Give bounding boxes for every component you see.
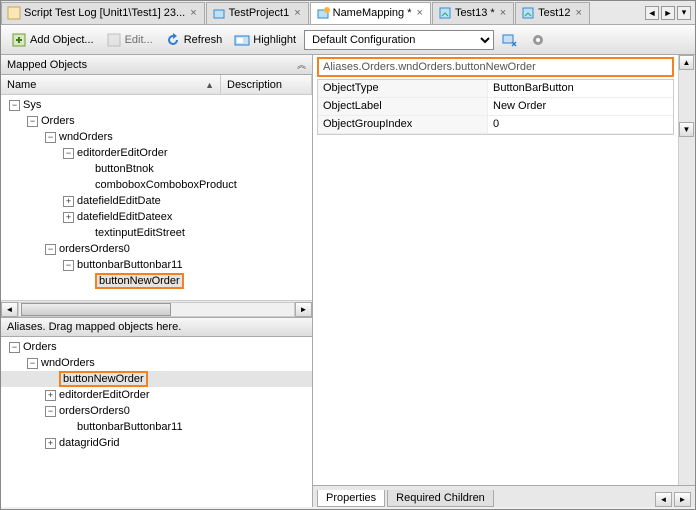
tree-item[interactable]: +editorderEditOrder [1, 387, 312, 403]
add-icon [11, 32, 27, 48]
close-icon[interactable]: × [292, 7, 302, 19]
tree-item[interactable]: buttonNewOrder [1, 371, 312, 387]
gear-icon [530, 32, 546, 48]
bottom-tabs: Properties Required Children ◄ ► [313, 485, 695, 507]
config-select[interactable]: Default Configuration [304, 30, 494, 50]
expand-toggle[interactable]: − [45, 132, 56, 143]
h-scrollbar[interactable]: ◄► [1, 300, 312, 317]
btab-prev[interactable]: ◄ [655, 492, 672, 507]
aliases-header: Aliases. Drag mapped objects here. [1, 317, 312, 337]
expand-toggle[interactable]: + [45, 438, 56, 449]
highlight-button[interactable]: Highlight [230, 30, 300, 50]
tree-item[interactable]: comboboxComboboxProduct [1, 177, 312, 193]
collapse-icon[interactable]: ︽ [297, 58, 306, 71]
edit-icon [106, 32, 122, 48]
expand-toggle[interactable]: + [63, 212, 74, 223]
tab-icon [438, 6, 452, 20]
tree-item[interactable]: −buttonbarButtonbar11 [1, 257, 312, 273]
tab-icon [7, 6, 21, 20]
expand-toggle[interactable]: − [45, 244, 56, 255]
tree-item[interactable]: buttonbarButtonbar11 [1, 419, 312, 435]
editor-tab[interactable]: TestProject1× [206, 2, 309, 24]
editor-tab[interactable]: Test12× [515, 2, 590, 24]
sync-icon [502, 32, 518, 48]
expand-toggle[interactable]: − [63, 260, 74, 271]
expand-toggle[interactable]: − [63, 148, 74, 159]
mapped-objects-header[interactable]: Mapped Objects ︽ [1, 55, 312, 75]
aliases-tree[interactable]: −Orders−wndOrdersbuttonNewOrder+editorde… [1, 337, 312, 507]
tree-item[interactable]: −wndOrders [1, 355, 312, 371]
tree-item[interactable]: −Orders [1, 113, 312, 129]
mapped-tree[interactable]: −Sys−Orders−wndOrders−editorderEditOrder… [1, 95, 312, 300]
expand-toggle[interactable]: − [9, 342, 20, 353]
tree-item[interactable]: buttonNewOrder [1, 273, 312, 289]
col-name[interactable]: Name▲ [1, 75, 221, 94]
v-scrollbar-2[interactable] [678, 137, 695, 485]
sync-button[interactable] [498, 30, 522, 50]
expand-toggle[interactable]: − [9, 100, 20, 111]
tree-item[interactable]: +datagridGrid [1, 435, 312, 451]
tab-next[interactable]: ► [661, 6, 675, 20]
editor-tab[interactable]: NameMapping *× [310, 2, 431, 24]
tree-item[interactable]: −ordersOrders0 [1, 403, 312, 419]
tree-item[interactable]: −wndOrders [1, 129, 312, 145]
tab-icon [316, 6, 330, 20]
add-object-button[interactable]: Add Object... [7, 30, 98, 50]
refresh-button[interactable]: Refresh [161, 30, 227, 50]
property-row[interactable]: ObjectLabelNew Order [318, 98, 673, 116]
refresh-icon [165, 32, 181, 48]
tree-item[interactable]: +datefieldEditDateex [1, 209, 312, 225]
tree-item[interactable]: +datefieldEditDate [1, 193, 312, 209]
v-scrollbar[interactable]: ▲▼ [678, 55, 695, 137]
property-row[interactable]: ObjectGroupIndex0 [318, 116, 673, 134]
tab-properties[interactable]: Properties [317, 490, 385, 507]
expand-toggle[interactable]: + [63, 196, 74, 207]
close-icon[interactable]: × [574, 7, 584, 19]
tree-item[interactable]: −Orders [1, 339, 312, 355]
tree-item[interactable]: −editorderEditOrder [1, 145, 312, 161]
property-row[interactable]: ObjectTypeButtonBarButton [318, 80, 673, 98]
expand-toggle[interactable]: + [45, 390, 56, 401]
columns-header: Name▲ Description [1, 75, 312, 95]
property-grid[interactable]: ObjectTypeButtonBarButtonObjectLabelNew … [317, 79, 674, 135]
tab-menu[interactable]: ▾ [677, 6, 691, 20]
highlight-icon [234, 32, 250, 48]
tree-item[interactable]: textinputEditStreet [1, 225, 312, 241]
tab-prev[interactable]: ◄ [645, 6, 659, 20]
editor-tab[interactable]: Script Test Log [Unit1\Test1] 23...× [1, 2, 205, 24]
expand-toggle[interactable]: − [27, 358, 38, 369]
left-panel: Mapped Objects ︽ Name▲ Description −Sys−… [1, 55, 313, 507]
editor-tabs: Script Test Log [Unit1\Test1] 23...×Test… [1, 1, 695, 25]
close-icon[interactable]: × [188, 7, 198, 19]
tree-item[interactable]: buttonBtnok [1, 161, 312, 177]
btab-next[interactable]: ► [674, 492, 691, 507]
right-panel: Aliases.Orders.wndOrders.buttonNewOrder … [313, 55, 695, 507]
settings-button[interactable] [526, 30, 550, 50]
edit-button[interactable]: Edit... [102, 30, 157, 50]
tree-item[interactable]: −Sys [1, 97, 312, 113]
expand-toggle[interactable]: − [27, 116, 38, 127]
tab-required-children[interactable]: Required Children [387, 490, 494, 507]
close-icon[interactable]: × [415, 7, 425, 19]
toolbar: Add Object... Edit... Refresh Highlight … [1, 25, 695, 55]
tab-nav: ◄ ► ▾ [641, 6, 695, 20]
tree-item[interactable]: −ordersOrders0 [1, 241, 312, 257]
editor-tab[interactable]: Test13 *× [432, 2, 514, 24]
expand-toggle[interactable]: − [45, 406, 56, 417]
tab-icon [212, 6, 226, 20]
tab-icon [521, 6, 535, 20]
alias-path: Aliases.Orders.wndOrders.buttonNewOrder [317, 57, 674, 77]
close-icon[interactable]: × [498, 7, 508, 19]
col-desc[interactable]: Description [221, 75, 312, 94]
